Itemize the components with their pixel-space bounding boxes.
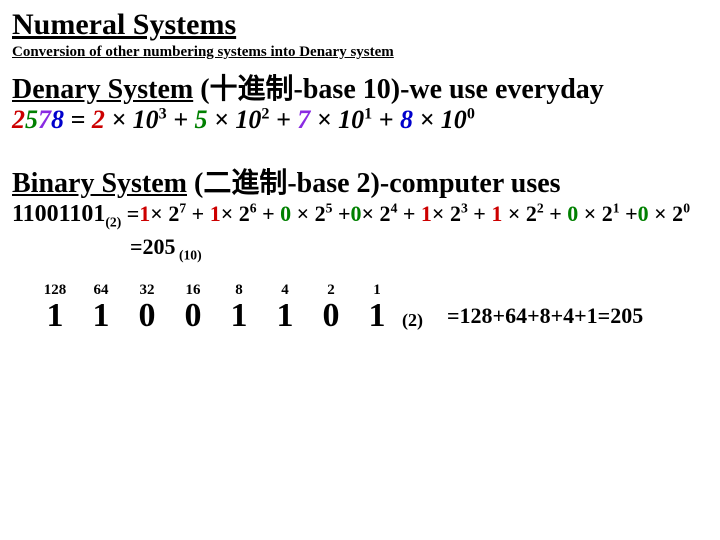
binary-number-sub: (2) (105, 214, 121, 229)
binary-table: 128 64 32 16 8 4 2 1 1 1 0 0 1 1 0 1 (32, 282, 400, 333)
main-title: Numeral Systems (12, 8, 708, 42)
binary-heading-u: Binary System (12, 168, 187, 199)
b6m: × 2 (221, 201, 250, 226)
subtitle: Conversion of other numbering systems in… (12, 44, 708, 61)
b3e: 3 (461, 201, 468, 216)
t0-coef: 2 (92, 105, 105, 134)
plus2: + (269, 105, 297, 134)
p5: + (332, 201, 350, 226)
denary-equation: 2578 = 2 × 103 + 5 × 102 + 7 × 101 + 8 ×… (12, 105, 708, 135)
p7: + (186, 201, 210, 226)
digit-tens: 7 (38, 105, 51, 134)
p6: + (257, 201, 281, 226)
t2-coef: 7 (297, 105, 310, 134)
b5m: × 2 (291, 201, 326, 226)
digit-hundreds: 5 (25, 105, 38, 134)
b5c: 0 (280, 201, 291, 226)
bit-2: 1 (262, 299, 308, 333)
digit-thousands: 2 (12, 105, 25, 134)
b3m: × 2 (432, 201, 461, 226)
binary-heading-rest: (二進制-base 2)-computer uses (187, 168, 561, 199)
bit-3: 1 (216, 299, 262, 333)
b0m: × 2 (649, 201, 684, 226)
binary-result: =205 (130, 234, 176, 259)
b1c: 0 (567, 201, 578, 226)
t1-base: × 10 (208, 105, 262, 134)
bit-7: 1 (32, 299, 78, 333)
plus1: + (167, 105, 195, 134)
b2c: 1 (491, 201, 502, 226)
bit-5: 0 (124, 299, 170, 333)
denary-heading: Denary System (十進制-base 10)-we use every… (12, 67, 708, 107)
plus3: + (372, 105, 400, 134)
binary-heading: Binary System (二進制-base 2)-computer uses (12, 161, 708, 201)
denary-heading-u: Denary System (12, 74, 193, 105)
b2m: × 2 (502, 201, 537, 226)
b0e: 0 (683, 201, 690, 216)
b7m: × 2 (150, 201, 179, 226)
t2-exp: 1 (364, 105, 372, 122)
place-value-header: 128 64 32 16 8 4 2 1 (32, 282, 400, 299)
binary-number: 11001101 (12, 201, 105, 227)
b4c: 0 (351, 201, 362, 226)
b2e: 2 (537, 201, 544, 216)
t0-exp: 3 (159, 105, 167, 122)
table-sum: =128+64+8+4+1=205 (447, 303, 643, 329)
p4: + (397, 201, 421, 226)
t3-base: × 10 (413, 105, 467, 134)
b3c: 1 (421, 201, 432, 226)
b1m: × 2 (578, 201, 613, 226)
binary-table-row: 128 64 32 16 8 4 2 1 1 1 0 0 1 1 0 1 (2)… (32, 282, 708, 333)
b7c: 1 (139, 201, 150, 226)
t3-exp: 0 (467, 105, 475, 122)
bit-1: 0 (308, 299, 354, 333)
binary-equation: 11001101(2) =1× 27 + 1× 26 + 0 × 25 +0× … (12, 201, 708, 260)
t0-base: × 10 (105, 105, 159, 134)
denary-heading-rest: (十進制-base 10)-we use everyday (193, 74, 604, 105)
binary-result-sub: (10) (176, 247, 202, 262)
bit-4: 0 (170, 299, 216, 333)
t2-base: × 10 (310, 105, 364, 134)
binary-equation-line2: =205 (10) (130, 234, 708, 260)
binary-equation-line1: 11001101(2) =1× 27 + 1× 26 + 0 × 25 +0× … (12, 201, 708, 228)
equals: = (64, 105, 92, 134)
p3: + (468, 201, 492, 226)
b0c: 0 (638, 201, 649, 226)
p2: + (544, 201, 568, 226)
table-base-sub: (2) (402, 310, 423, 331)
b6c: 1 (210, 201, 221, 226)
b4m: × 2 (362, 201, 391, 226)
eq: = (121, 201, 139, 226)
b1e: 1 (613, 201, 620, 216)
p1: + (620, 201, 638, 226)
digit-ones: 8 (51, 105, 64, 134)
bit-6: 1 (78, 299, 124, 333)
t3-coef: 8 (400, 105, 413, 134)
t1-coef: 5 (195, 105, 208, 134)
b6e: 6 (250, 201, 257, 216)
binary-digits-row: 1 1 0 0 1 1 0 1 (32, 299, 400, 333)
bit-0: 1 (354, 299, 400, 333)
